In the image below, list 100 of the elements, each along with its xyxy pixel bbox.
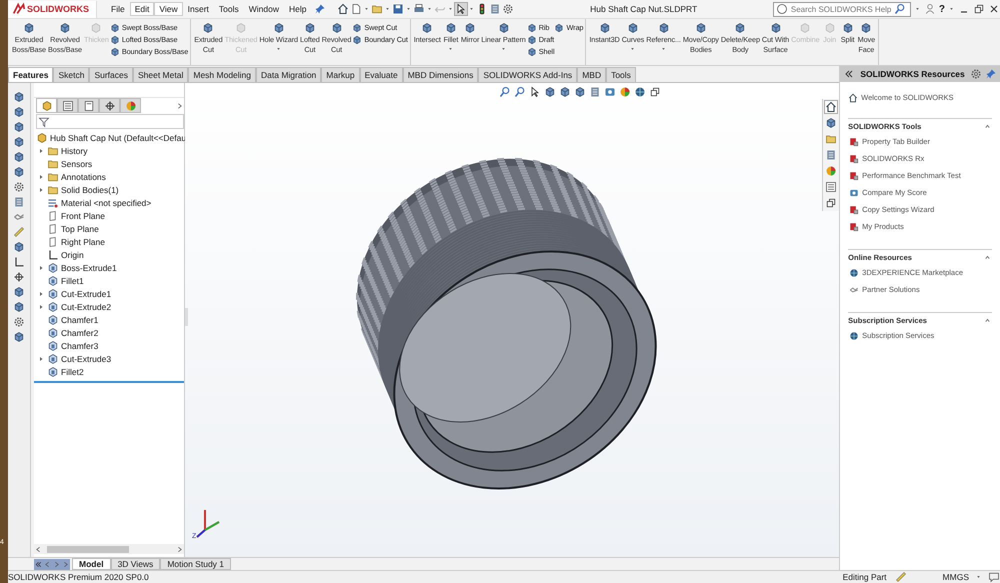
parts-icon[interactable] <box>825 117 838 129</box>
bottom-tab[interactable]: Motion Study 1 <box>160 558 232 570</box>
settings-icon[interactable] <box>502 3 514 15</box>
zoom-area-icon[interactable] <box>514 86 526 98</box>
cube-icon[interactable] <box>13 151 25 163</box>
panel-tab[interactable] <box>57 98 78 113</box>
filter-field[interactable] <box>36 114 184 129</box>
tree-item[interactable]: History <box>61 146 88 156</box>
tree-item[interactable]: Front Plane <box>61 210 105 220</box>
tree-item[interactable]: Cut-Extrude1 <box>61 288 112 298</box>
close-icon[interactable] <box>988 3 1000 15</box>
menu-item[interactable]: Edit <box>130 2 154 16</box>
menu-item[interactable]: View <box>154 2 183 16</box>
expand-arrow-icon[interactable] <box>37 302 45 310</box>
bottom-tab[interactable]: Model <box>72 558 111 570</box>
save-icon[interactable] <box>392 3 404 15</box>
appearance-icon[interactable] <box>619 86 631 98</box>
panel-tab[interactable] <box>99 98 120 113</box>
cube-icon[interactable] <box>13 166 25 178</box>
expand-arrow-icon[interactable] <box>37 354 45 362</box>
command-tab[interactable]: Features <box>8 67 54 82</box>
new-document-icon[interactable] <box>350 3 362 15</box>
tree-item[interactable]: Fillet2 <box>61 366 84 376</box>
command-tab[interactable]: Tools <box>606 67 636 82</box>
appearance-icon[interactable] <box>825 165 838 177</box>
cube-icon[interactable] <box>13 301 25 313</box>
cube-icon[interactable] <box>559 86 571 98</box>
command-tab[interactable]: SOLIDWORKS Add-Ins <box>478 67 578 82</box>
command-tab[interactable]: Markup <box>321 67 360 82</box>
expand-arrow-icon[interactable] <box>37 186 45 194</box>
axis-icon[interactable] <box>13 256 25 268</box>
cube-icon[interactable] <box>13 331 25 343</box>
hide-show-icon[interactable] <box>604 86 616 98</box>
home-icon[interactable] <box>825 101 838 113</box>
pointer-icon[interactable] <box>529 86 541 98</box>
command-tab[interactable]: Evaluate <box>360 67 403 82</box>
command-tab[interactable]: Data Migration <box>256 67 322 82</box>
first-icon[interactable] <box>34 560 43 568</box>
search-icon[interactable] <box>894 3 906 15</box>
axis-triad-icon[interactable] <box>196 509 220 538</box>
tree-item[interactable]: Chamfer2 <box>61 328 98 338</box>
settings-icon[interactable] <box>13 181 25 193</box>
collapse-icon[interactable] <box>843 68 856 80</box>
properties-icon[interactable] <box>825 181 838 193</box>
command-tab[interactable]: Sketch <box>53 67 90 82</box>
cube-icon[interactable] <box>13 91 25 103</box>
tree-item[interactable]: Cut-Extrude2 <box>61 302 112 312</box>
pin-icon[interactable] <box>314 3 326 15</box>
bottom-tab[interactable]: 3D Views <box>110 558 160 570</box>
cube-icon[interactable] <box>13 121 25 133</box>
command-tab[interactable]: Sheet Metal <box>132 67 188 82</box>
panel-tab[interactable] <box>36 98 57 113</box>
menu-item[interactable]: Help <box>284 2 312 16</box>
settings-icon[interactable] <box>13 316 25 328</box>
user-icon[interactable] <box>924 3 936 15</box>
home-icon[interactable] <box>337 3 350 15</box>
tree-item[interactable]: Hub Shaft Cap Nut (Default<<Defau <box>50 132 186 142</box>
zoom-to-fit-icon[interactable] <box>499 86 511 98</box>
expand-arrow-icon[interactable] <box>37 290 45 298</box>
tree-item[interactable]: Origin <box>61 250 84 260</box>
tree-item[interactable]: Cut-Extrude3 <box>61 354 112 364</box>
open-folder-icon[interactable] <box>371 3 384 15</box>
scroll-thumb[interactable] <box>47 546 129 552</box>
cube-icon[interactable] <box>13 286 25 298</box>
tree-item[interactable]: Chamfer1 <box>61 314 98 324</box>
section-view-icon[interactable] <box>544 86 556 98</box>
tree-item[interactable]: Fillet1 <box>61 276 84 286</box>
help-button[interactable]: ? <box>938 4 945 14</box>
print-icon[interactable] <box>413 3 426 15</box>
command-tab[interactable]: Mesh Modeling <box>188 67 256 82</box>
tree-item[interactable]: Sensors <box>61 158 92 168</box>
restore-icon[interactable] <box>973 3 985 15</box>
command-tab[interactable]: MBD <box>577 67 606 82</box>
menu-item[interactable]: File <box>106 2 130 16</box>
search-field[interactable]: Search SOLIDWORKS Help <box>772 2 911 16</box>
pin-icon[interactable] <box>985 68 997 80</box>
tree-item[interactable]: Right Plane <box>61 236 105 246</box>
command-tab[interactable]: MBD Dimensions <box>402 67 478 82</box>
tree-item[interactable]: Boss-Extrude1 <box>61 262 117 272</box>
cube-icon[interactable] <box>13 241 25 253</box>
cube-icon[interactable] <box>13 136 25 148</box>
horizontal-scrollbar[interactable] <box>34 544 184 554</box>
menu-item[interactable]: Window <box>244 2 284 16</box>
tree-item[interactable]: Solid Bodies(1) <box>61 184 119 194</box>
tree-item[interactable]: Material <not specified> <box>61 198 152 208</box>
command-tab[interactable]: Surfaces <box>89 67 133 82</box>
unit-system[interactable]: MMGS <box>942 572 969 582</box>
expand-arrow-icon[interactable] <box>37 146 45 154</box>
tree-item[interactable]: Chamfer3 <box>61 340 98 350</box>
panel-tab[interactable] <box>78 98 99 113</box>
tree-item[interactable]: Top Plane <box>61 224 99 234</box>
cube-icon[interactable] <box>574 86 586 98</box>
expand-arrow-icon[interactable] <box>37 264 45 272</box>
folder-icon[interactable] <box>825 133 838 145</box>
crosshair-icon[interactable] <box>13 271 25 283</box>
tree-item[interactable]: Annotations <box>61 172 106 182</box>
menu-item[interactable]: Tools <box>214 2 244 16</box>
settings-icon[interactable] <box>970 68 982 80</box>
expand-arrow-icon[interactable] <box>37 172 45 180</box>
cube-icon[interactable] <box>13 106 25 118</box>
